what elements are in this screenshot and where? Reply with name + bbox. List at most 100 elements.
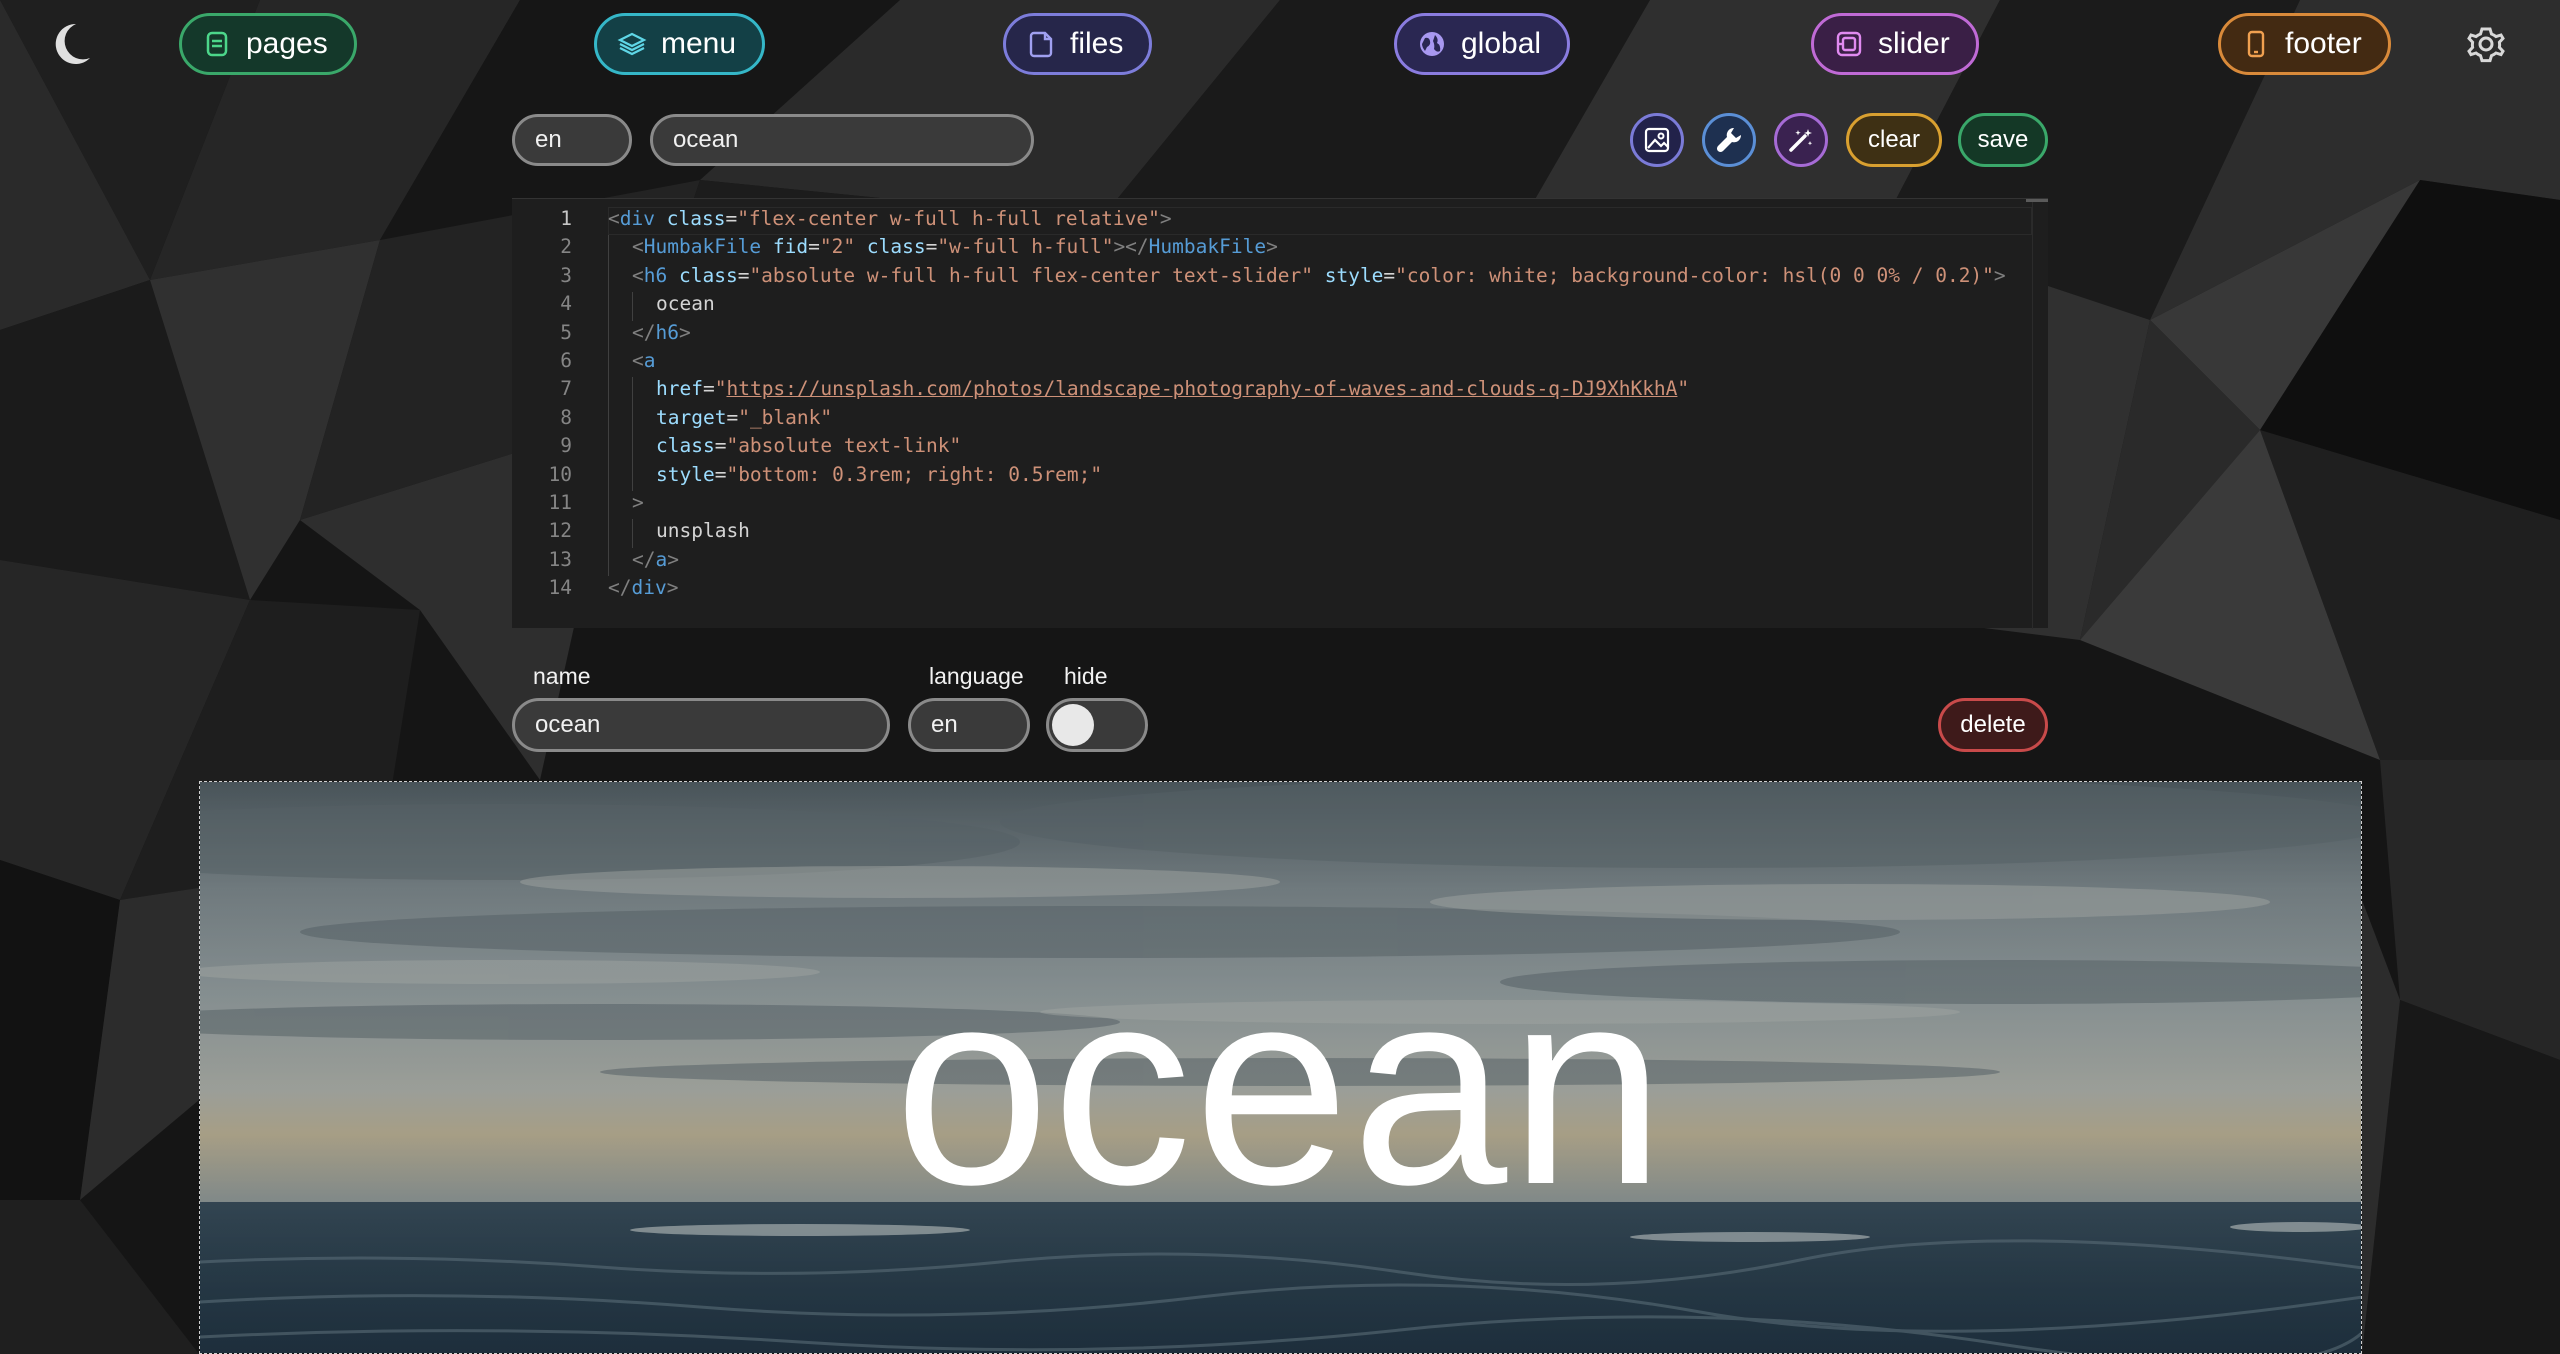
editor-scrollbar-thumb[interactable]	[2026, 199, 2048, 202]
code-token: "w-full h-full"	[937, 235, 1114, 259]
moon-icon[interactable]	[48, 20, 92, 68]
delete-button[interactable]: delete	[1938, 698, 2048, 752]
code-text: <div class="flex-center w-full h-full re…	[608, 207, 1172, 230]
code-token: "	[714, 377, 727, 401]
code-token: "	[1677, 377, 1690, 401]
code-text: href="https://unsplash.com/photos/landsc…	[656, 377, 1689, 400]
code-token: =	[714, 434, 727, 458]
code-token: style	[656, 462, 715, 486]
nav-files-button[interactable]: files	[1003, 13, 1153, 75]
nav-slider-button[interactable]: slider	[1811, 13, 1979, 75]
code-text: unsplash	[656, 519, 750, 542]
hide-label: hide	[1064, 663, 1108, 689]
indent-guide	[632, 519, 633, 548]
save-button[interactable]: save	[1958, 113, 2048, 167]
slider-icon	[1836, 31, 1862, 57]
language-select[interactable]	[512, 114, 632, 166]
code-line[interactable]: 9 class="absolute text-link"	[512, 434, 2048, 463]
code-token: a	[643, 349, 656, 372]
code-line[interactable]: 6 <a	[512, 349, 2048, 378]
image-icon	[1644, 127, 1670, 153]
line-number: 11	[548, 491, 572, 514]
language-label: language	[929, 663, 1024, 689]
line-number: 12	[548, 519, 572, 543]
language-field[interactable]	[908, 698, 1030, 752]
nav-global-button[interactable]: global	[1394, 13, 1571, 75]
code-token: target	[656, 405, 727, 429]
tools-button[interactable]	[1702, 113, 1756, 167]
magic-wand-icon	[1789, 129, 1813, 152]
code-text: </h6>	[632, 321, 691, 344]
code-token: >	[667, 547, 679, 571]
code-token: =	[925, 235, 938, 259]
code-line[interactable]: 12 unsplash	[512, 519, 2048, 548]
indent-guide	[632, 377, 633, 406]
file-icon	[1029, 31, 1053, 58]
code-line[interactable]: 1 <div class="flex-center w-full h-full r…	[512, 207, 2048, 236]
code-token: </	[632, 547, 656, 571]
code-token: "absolute w-full h-full flex-center text…	[749, 263, 1313, 287]
line-number: 6	[560, 349, 572, 372]
code-line[interactable]: 13 </a>	[512, 547, 2048, 577]
code-token: class	[666, 207, 726, 230]
indent-guide	[632, 462, 633, 491]
hide-toggle[interactable]	[1046, 698, 1148, 752]
line-number: 2	[560, 235, 572, 259]
indent-guide	[608, 349, 609, 378]
indent-guide	[608, 462, 609, 491]
settings-gear-icon[interactable]	[2462, 20, 2510, 68]
code-token: "_blank"	[738, 405, 833, 429]
code-editor[interactable]: 1 <div class="flex-center w-full h-full r…	[512, 198, 2048, 629]
code-token: class	[678, 263, 738, 287]
code-token: a	[655, 547, 668, 571]
code-line[interactable]: 3 <h6 class="absolute w-full h-full flex-…	[512, 263, 2048, 293]
code-token: =	[702, 377, 715, 401]
magic-button[interactable]	[1774, 113, 1828, 167]
code-text: <HumbakFile fid="2" class="w-full h-full…	[632, 235, 1278, 258]
code-text: target="_blank"	[656, 406, 832, 429]
code-token: div	[619, 207, 655, 230]
phone-icon	[2247, 30, 2265, 58]
nav-menu-label: menu	[661, 27, 737, 60]
code-text: <a	[632, 349, 656, 372]
code-line[interactable]: 14 </div>	[512, 576, 2048, 604]
code-line[interactable]: 8 target="_blank"	[512, 405, 2048, 435]
nav-pages-button[interactable]: pages	[179, 13, 357, 75]
code-text: ocean	[656, 292, 715, 315]
indent-guide	[608, 235, 609, 264]
code-token: HumbakFile	[1148, 235, 1267, 259]
line-number: 9	[560, 434, 572, 458]
code-line[interactable]: 11 >	[512, 491, 2048, 520]
nav-global-label: global	[1461, 27, 1542, 60]
indent-guide	[632, 434, 633, 463]
code-line[interactable]: 4 ocean	[512, 292, 2048, 321]
code-token: =	[726, 405, 739, 429]
code-token: href	[656, 377, 703, 401]
name-field[interactable]	[512, 698, 890, 752]
code-line[interactable]: 10 style="bottom: 0.3rem; right: 0.5rem;"	[512, 462, 2048, 491]
code-token: ></	[1113, 235, 1149, 259]
code-line[interactable]: 5 </h6>	[512, 320, 2048, 349]
code-line[interactable]: 2 <HumbakFile fid="2" class="w-full h-ful…	[512, 235, 2048, 264]
clear-button[interactable]: clear	[1846, 113, 1942, 167]
nav-footer-button[interactable]: footer	[2218, 13, 2391, 75]
document-icon	[206, 31, 228, 57]
code-token: >	[1159, 207, 1172, 230]
indent-guide	[608, 263, 609, 293]
line-number: 1	[560, 207, 572, 230]
code-token: >	[1266, 235, 1278, 259]
hide-toggle-knob	[1052, 704, 1094, 746]
line-number: 4	[560, 292, 572, 316]
nav-menu-button[interactable]: menu	[594, 13, 766, 75]
code-token: h6	[655, 320, 679, 344]
code-text: </div>	[608, 576, 678, 599]
code-line[interactable]: 7 href="https://unsplash.com/photos/lands…	[512, 377, 2048, 406]
code-token: class	[866, 235, 926, 259]
slide-select[interactable]	[650, 114, 1034, 166]
code-token: =	[725, 207, 738, 230]
insert-image-button[interactable]	[1630, 113, 1684, 167]
code-token: =	[808, 235, 820, 259]
line-number: 10	[548, 462, 572, 486]
